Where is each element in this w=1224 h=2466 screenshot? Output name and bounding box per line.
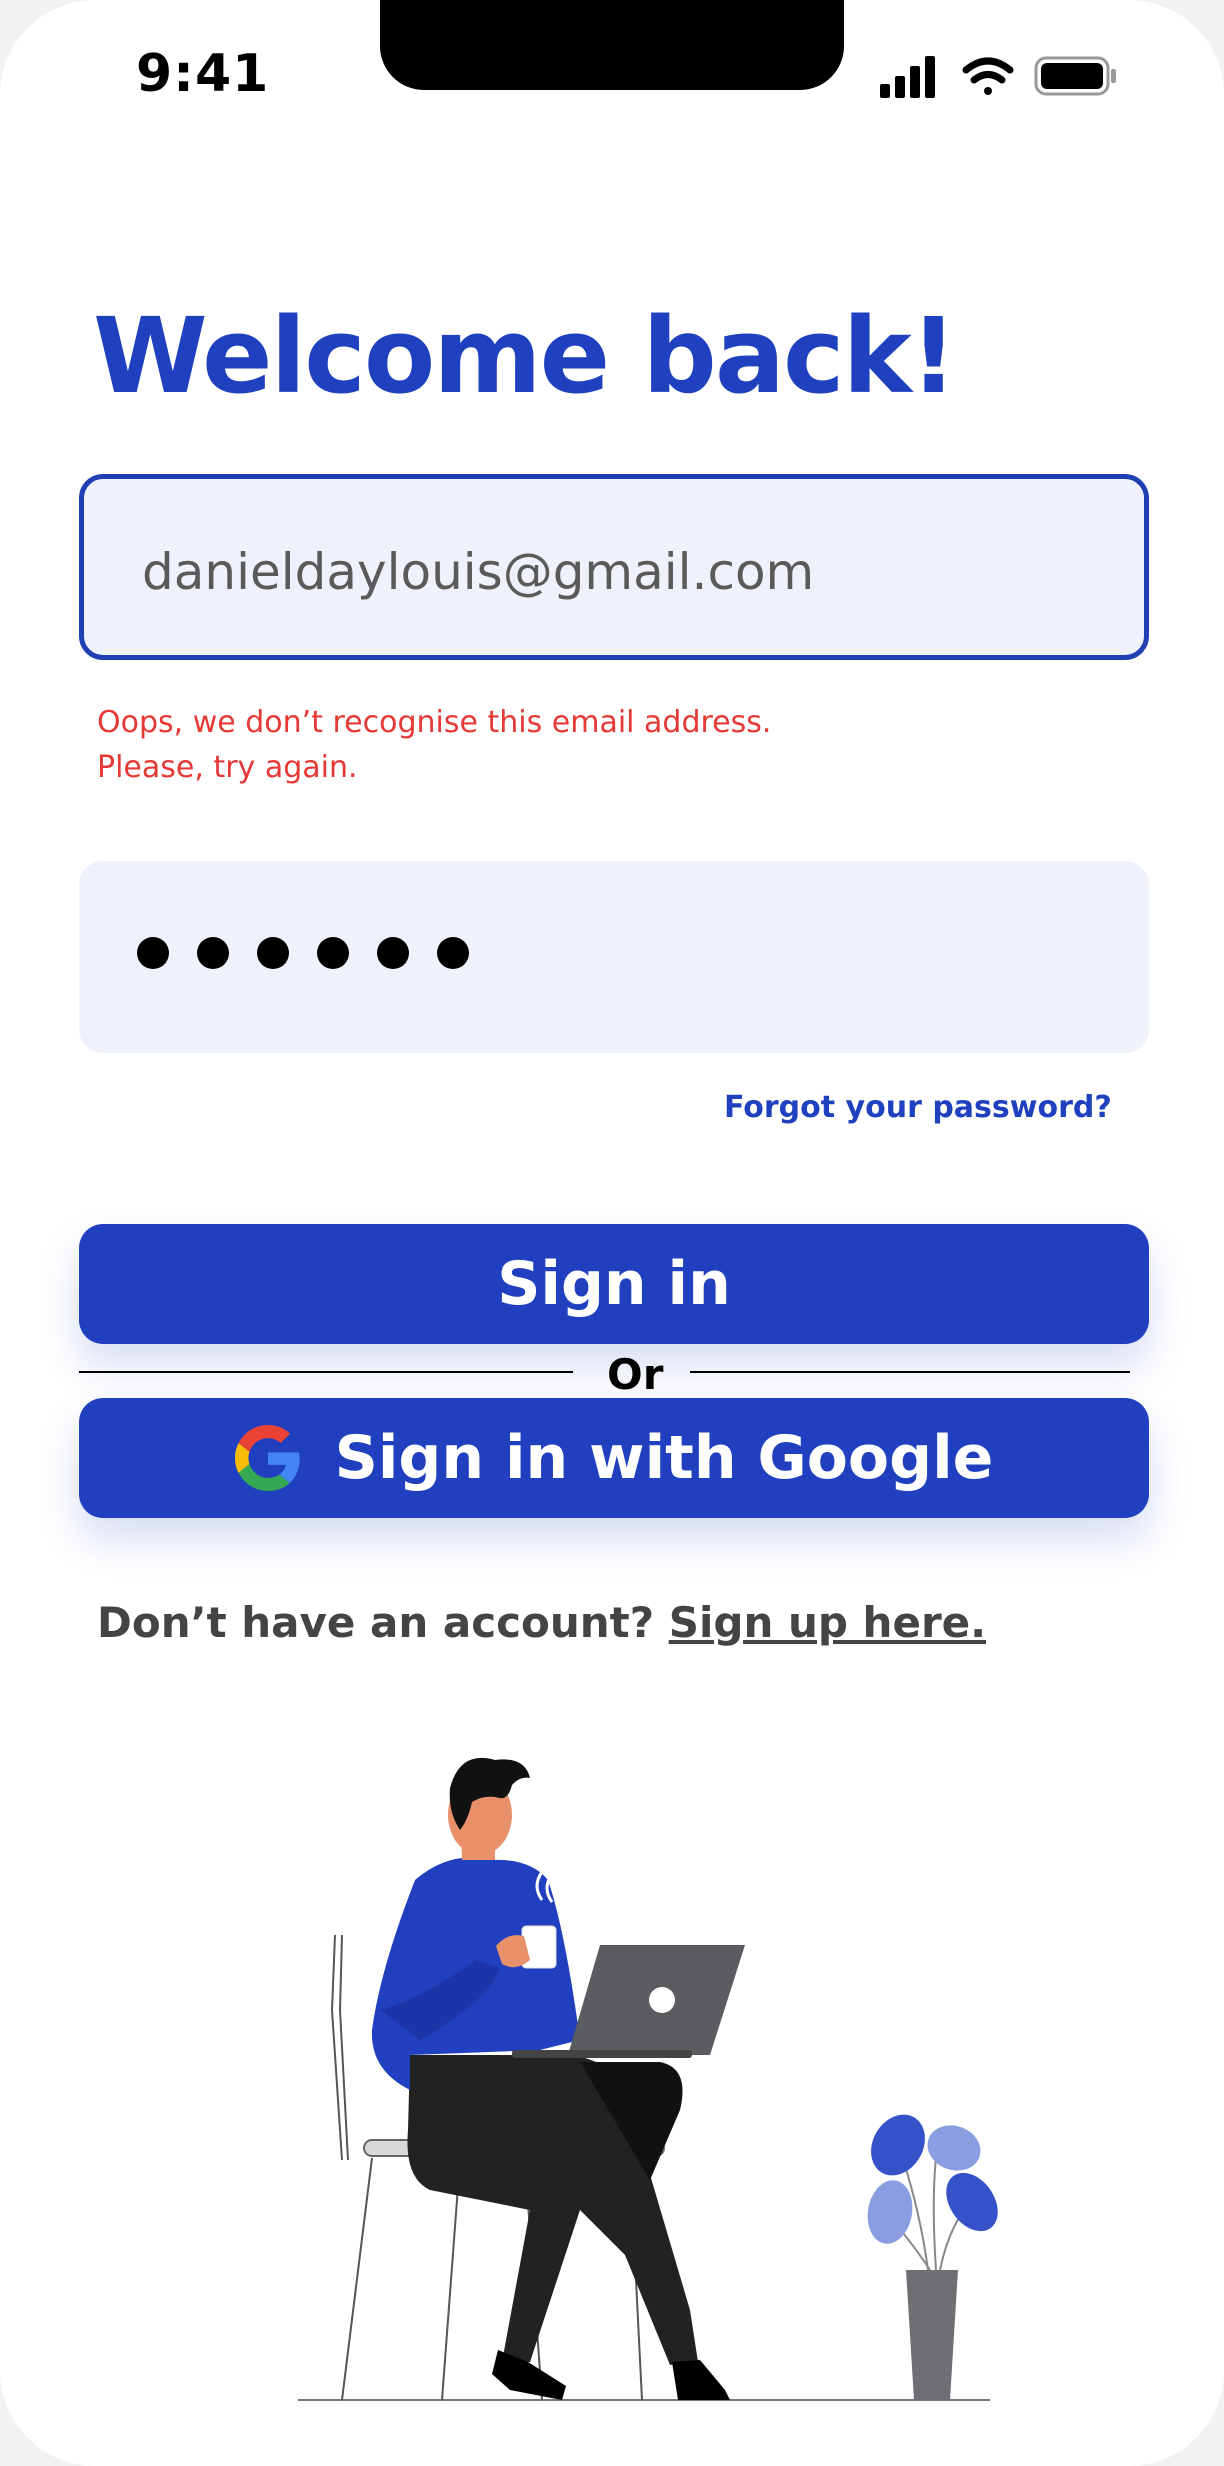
forgot-password-link[interactable]: Forgot your password? xyxy=(724,1090,1112,1125)
divider-left xyxy=(79,1371,573,1373)
email-value[interactable]: danieldaylouis@gmail.com xyxy=(142,543,814,601)
password-dot xyxy=(137,937,169,969)
password-dot xyxy=(437,937,469,969)
email-field[interactable]: danieldaylouis@gmail.com xyxy=(79,474,1149,660)
google-logo-icon xyxy=(234,1425,300,1491)
person-with-laptop-illustration xyxy=(298,1757,998,2401)
password-dot xyxy=(197,937,229,969)
password-dot xyxy=(257,937,289,969)
notch xyxy=(380,0,844,90)
password-mask xyxy=(137,937,469,969)
password-dot xyxy=(317,937,349,969)
status-icons xyxy=(880,56,1116,98)
google-sign-in-label: Sign in with Google xyxy=(334,1423,994,1493)
signal-bars-icon xyxy=(880,56,935,98)
or-separator: Or xyxy=(607,1350,664,1399)
battery-icon xyxy=(1034,56,1116,96)
signup-prompt: Don’t have an account? Sign up here. xyxy=(97,1598,986,1647)
error-line-1: Oops, we don’t recognise this email addr… xyxy=(97,705,772,740)
sign-in-button[interactable]: Sign in xyxy=(79,1224,1149,1344)
signup-prompt-text: Don’t have an account? xyxy=(97,1598,655,1647)
password-dot xyxy=(377,937,409,969)
phone-screen: 9:41 Welcome back! danieldaylouis@gmail.… xyxy=(0,0,1224,2466)
google-sign-in-button[interactable]: Sign in with Google xyxy=(79,1398,1149,1518)
password-field[interactable] xyxy=(79,861,1149,1053)
status-time: 9:41 xyxy=(136,44,270,104)
divider-right xyxy=(690,1371,1130,1373)
wifi-icon xyxy=(962,57,1014,95)
sign-in-label: Sign in xyxy=(497,1249,731,1319)
email-error-message: Oops, we don’t recognise this email addr… xyxy=(97,700,771,790)
error-line-2: Please, try again. xyxy=(97,750,358,785)
sign-up-link[interactable]: Sign up here. xyxy=(669,1598,986,1647)
page-title: Welcome back! xyxy=(93,295,957,417)
